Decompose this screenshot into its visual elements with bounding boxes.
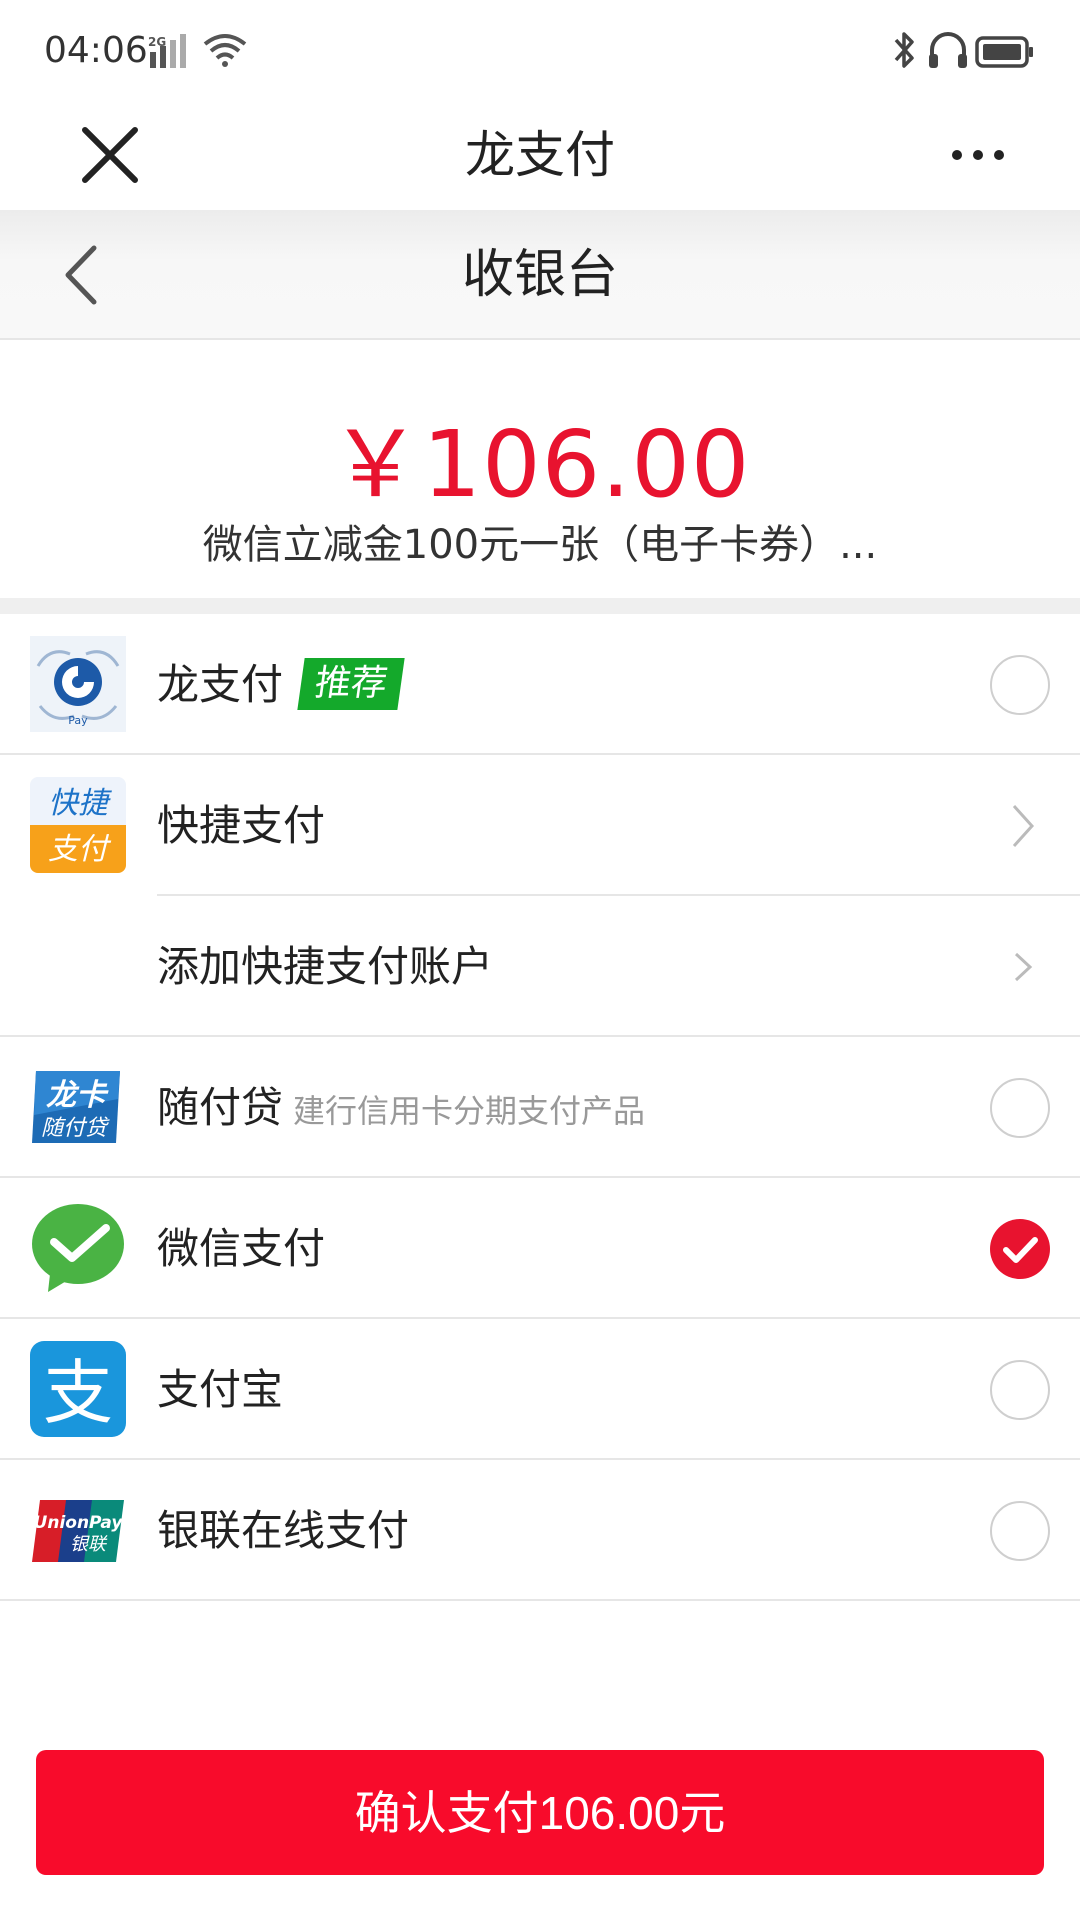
ccb-longpay-logo: Pay: [30, 636, 126, 732]
close-icon: [82, 127, 138, 183]
svg-text:随付贷: 随付贷: [41, 1116, 110, 1141]
wifi-icon: [203, 34, 247, 67]
unionpay-logo: UnionPay 银联: [32, 1500, 124, 1562]
payment-option-alipay[interactable]: 支 支付宝: [0, 1319, 1080, 1460]
more-button[interactable]: [940, 125, 1020, 185]
wechat-pay-logo: [32, 1204, 124, 1292]
status-time: 04:06: [44, 30, 148, 71]
bluetooth-icon: [894, 32, 914, 68]
payment-option-name: 随付贷: [157, 1083, 284, 1132]
signal-icon: 2G: [148, 34, 186, 68]
back-button[interactable]: [50, 240, 120, 310]
page-title: 龙支付: [465, 126, 615, 184]
order-description: 微信立减金100元一张（电子卡券）...: [202, 522, 878, 568]
payment-option-wechat[interactable]: 微信支付: [0, 1178, 1080, 1319]
svg-text:龙卡: 龙卡: [46, 1078, 109, 1113]
radio-button[interactable]: [990, 1501, 1050, 1561]
cashier-header: 收银台: [0, 210, 1080, 340]
svg-text:快捷: 快捷: [48, 786, 112, 821]
payment-option-name: 龙支付: [157, 660, 284, 709]
payment-option-name: 微信支付: [157, 1224, 326, 1273]
check-icon: [1003, 1237, 1038, 1263]
headphones-icon: [929, 32, 967, 68]
svg-text:支付: 支付: [48, 832, 112, 867]
cashier-title: 收银台: [461, 245, 618, 305]
close-button[interactable]: [70, 115, 150, 195]
radio-button[interactable]: [990, 1360, 1050, 1420]
chevron-right-icon: [1014, 952, 1033, 982]
payment-option-kuaijie[interactable]: 快捷 支付 快捷支付: [0, 755, 1080, 896]
status-bar: 04:06 2G: [0, 0, 1080, 100]
payment-option-subtitle: 建行信用卡分期支付产品: [293, 1092, 646, 1130]
svg-text:UnionPay: UnionPay: [34, 1513, 124, 1533]
chevron-right-icon: [1012, 804, 1035, 848]
longka-suifudai-logo: 龙卡 随付贷: [32, 1071, 120, 1143]
svg-text:支: 支: [43, 1352, 113, 1434]
order-summary: ￥106.00 微信立减金100元一张（电子卡券）...: [0, 342, 1080, 598]
radio-button[interactable]: [990, 1078, 1050, 1138]
back-icon: [65, 245, 97, 305]
battery-icon: [975, 36, 1033, 68]
payment-option-unionpay[interactable]: UnionPay 银联 银联在线支付: [0, 1460, 1080, 1601]
alipay-logo: 支: [30, 1341, 126, 1437]
add-kuaijie-account[interactable]: 添加快捷支付账户: [0, 896, 1080, 1037]
payment-option-longpay[interactable]: Pay 龙支付 推荐: [0, 614, 1080, 755]
section-divider: [0, 598, 1080, 614]
radio-button[interactable]: [990, 655, 1050, 715]
kuaijie-pay-logo: 快捷 支付: [30, 777, 126, 873]
order-amount: ￥106.00: [329, 411, 751, 518]
more-icon: [952, 150, 1004, 160]
add-account-label: 添加快捷支付账户: [157, 942, 494, 991]
payment-option-name: 快捷支付: [157, 801, 326, 850]
svg-text:银联: 银联: [70, 1534, 108, 1555]
payment-option-suifudai[interactable]: 龙卡 随付贷 随付贷 建行信用卡分期支付产品: [0, 1037, 1080, 1178]
payment-method-list: Pay 龙支付 推荐 快捷 支付 快捷支付 添加快捷支付账户 龙卡 随付贷 随付…: [0, 614, 1080, 1601]
payment-option-name: 支付宝: [157, 1365, 284, 1414]
recommend-badge: 推荐: [297, 657, 405, 710]
webview-top-bar: 龙支付: [0, 100, 1080, 210]
radio-button-selected[interactable]: [990, 1219, 1050, 1279]
payment-option-name: 银联在线支付: [157, 1506, 410, 1555]
confirm-pay-button[interactable]: 确认支付106.00元: [36, 1750, 1044, 1875]
svg-text:Pay: Pay: [68, 714, 88, 727]
